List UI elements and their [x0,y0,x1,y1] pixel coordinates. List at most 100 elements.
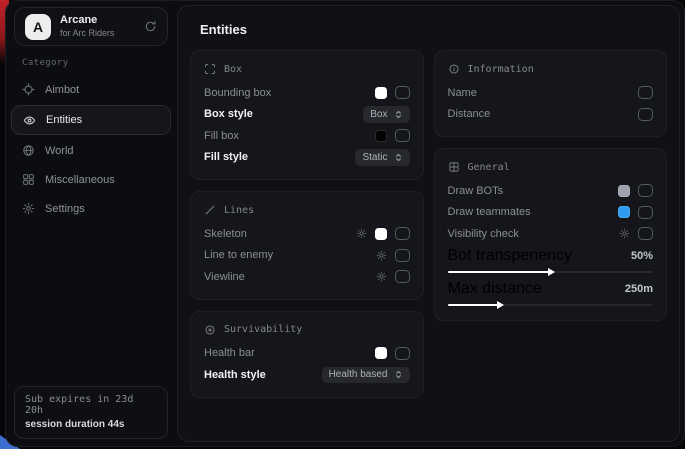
skeleton-color-swatch[interactable] [375,228,387,240]
line-to-enemy-checkbox[interactable] [395,249,410,262]
gear-icon[interactable] [376,250,387,261]
sidebar-item-settings[interactable]: Settings [6,194,176,223]
bounding-box-checkbox[interactable] [395,86,410,99]
bounding-box-label: Bounding box [204,87,271,99]
health-style-value: Health based [329,369,388,380]
viewline-label: Viewline [204,271,245,283]
name-checkbox[interactable] [638,86,653,99]
corner-brackets-icon [204,63,216,75]
bot-transparency-value: 50% [631,250,653,262]
box-style-value: Box [370,109,387,120]
setting-row-max-distance: Max distance 250m [448,280,654,299]
bounding-box-color-swatch[interactable] [375,87,387,99]
category-label: Category [22,58,176,68]
draw-bots-label: Draw BOTs [448,185,504,197]
app-header-card: A Arcane for Arc Riders [14,7,168,46]
sidebar-nav: Aimbot Entities World [6,75,176,223]
panel-lines-title: Lines [224,205,254,216]
viewline-checkbox[interactable] [395,270,410,283]
panel-general-title: General [468,162,510,173]
bot-transparency-label: Bot transpenency [448,247,573,265]
panel-box-title: Box [224,64,242,75]
session-duration-text: session duration 44s [25,419,157,430]
gear-icon[interactable] [376,271,387,282]
panel-survivability: Survivability Health bar Health style [190,311,424,398]
sidebar-item-miscellaneous[interactable]: Miscellaneous [6,165,176,194]
health-style-dropdown[interactable]: Health based [322,367,410,384]
app-subtitle: for Arc Riders [60,28,115,39]
chevrons-up-down-icon [394,110,403,119]
max-distance-label: Max distance [448,280,542,298]
draw-teammates-label: Draw teammates [448,206,531,218]
box-style-label: Box style [204,108,253,120]
subscription-card: Sub expires in 23d 20h session duration … [14,386,168,439]
panel-information-title: Information [468,64,534,75]
gear-icon [22,202,35,215]
setting-row-skeleton: Skeleton [204,223,410,245]
visibility-check-label: Visibility check [448,228,519,240]
panel-lines: Lines Skeleton [190,191,424,300]
diagonal-line-icon [204,204,216,216]
box-style-dropdown[interactable]: Box [363,106,409,123]
panel-box: Box Bounding box Box style Box [190,50,424,180]
life-icon [204,324,216,336]
chevrons-up-down-icon [394,370,403,379]
health-bar-color-swatch[interactable] [375,347,387,359]
sidebar-item-label: Settings [45,203,85,215]
setting-row-line-to-enemy: Line to enemy [204,245,410,267]
sidebar-item-label: Miscellaneous [45,174,115,186]
health-bar-label: Health bar [204,347,255,359]
visibility-check-checkbox[interactable] [638,227,653,240]
setting-row-visibility-check: Visibility check [448,223,654,245]
gear-icon[interactable] [356,228,367,239]
draw-bots-checkbox[interactable] [638,184,653,197]
name-label: Name [448,87,477,99]
sidebar-item-label: Aimbot [45,84,79,96]
refresh-icon[interactable] [144,20,157,33]
sidebar: A Arcane for Arc Riders Category Aimbot [6,1,176,446]
skeleton-label: Skeleton [204,228,247,240]
sidebar-item-world[interactable]: World [6,136,176,165]
sub-expires-text: Sub expires in 23d 20h [25,394,157,416]
slider-thumb[interactable] [548,268,555,276]
health-style-label: Health style [204,369,266,381]
draw-teammates-color-swatch[interactable] [618,206,630,218]
fill-box-color-swatch[interactable] [375,130,387,142]
info-icon [448,63,460,75]
panel-general: General Draw BOTs Draw teammates [434,148,668,321]
fill-style-label: Fill style [204,151,248,163]
max-distance-slider[interactable] [448,304,654,306]
main-content: Entities Box Bounding box [177,5,680,442]
slider-thumb[interactable] [497,301,504,309]
avatar: A [25,14,51,40]
fill-box-checkbox[interactable] [395,129,410,142]
setting-row-health-bar: Health bar [204,343,410,365]
app-window: A Arcane for Arc Riders Category Aimbot [5,0,685,447]
page-title: Entities [200,22,667,37]
sidebar-item-aimbot[interactable]: Aimbot [6,75,176,104]
setting-row-fill-box: Fill box [204,125,410,147]
setting-row-health-style: Health style Health based [204,364,410,386]
grid-icon [448,161,460,173]
draw-teammates-checkbox[interactable] [638,206,653,219]
health-bar-checkbox[interactable] [395,347,410,360]
bot-transparency-slider[interactable] [448,271,654,273]
fill-style-dropdown[interactable]: Static [355,149,409,166]
app-title: Arcane [60,14,115,28]
line-to-enemy-label: Line to enemy [204,249,273,261]
draw-bots-color-swatch[interactable] [618,185,630,197]
skeleton-checkbox[interactable] [395,227,410,240]
sidebar-item-entities[interactable]: Entities [11,105,171,135]
sidebar-item-label: World [45,145,74,157]
setting-row-bot-transparency: Bot transpenency 50% [448,247,654,266]
crosshair-icon [22,83,35,96]
eye-icon [23,114,36,127]
distance-checkbox[interactable] [638,108,653,121]
sidebar-item-label: Entities [46,114,82,126]
setting-row-distance: Distance [448,104,654,126]
max-distance-value: 250m [625,283,653,295]
left-column: Box Bounding box Box style Box [190,50,424,398]
panel-survivability-title: Survivability [224,324,302,335]
layout-grid-icon [22,173,35,186]
gear-icon[interactable] [619,228,630,239]
